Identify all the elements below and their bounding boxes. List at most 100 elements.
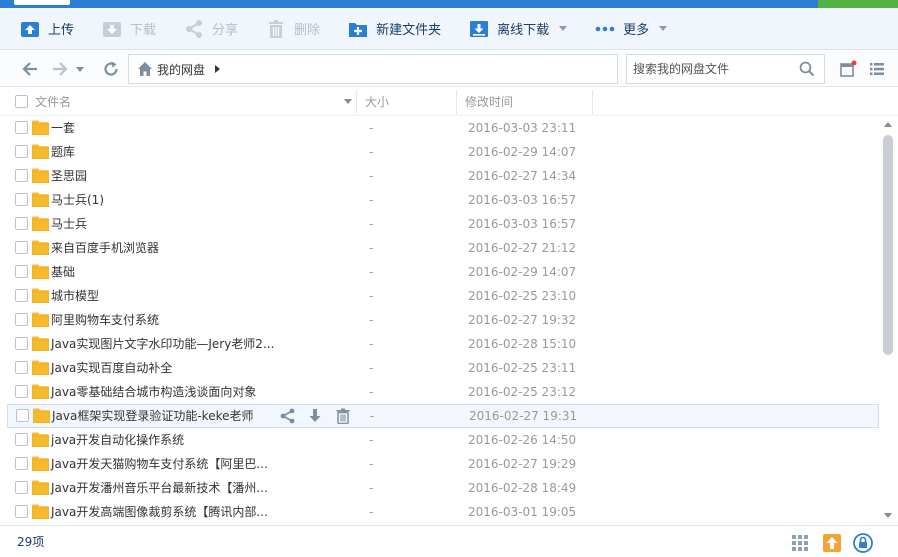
history-dropdown-icon[interactable] <box>74 59 86 79</box>
more-button[interactable]: 更多 <box>593 14 675 44</box>
row-checkbox[interactable] <box>15 289 28 302</box>
folder-icon <box>31 504 50 520</box>
view-list-icon[interactable] <box>867 59 887 79</box>
file-row[interactable]: 圣思园 - 2016-02-27 14:34 <box>0 164 880 188</box>
address-bar[interactable]: 我的网盘 <box>128 54 618 84</box>
row-checkbox[interactable] <box>15 457 28 470</box>
scroll-up-arrow-icon[interactable] <box>884 122 892 127</box>
file-row[interactable]: Java框架实现登录验证功能-keke老师 - 2016-02-27 19:31 <box>7 404 879 428</box>
row-checkbox[interactable] <box>15 217 28 230</box>
account-badge[interactable] <box>818 0 898 8</box>
navigation-bar: 我的网盘 <box>0 51 898 87</box>
breadcrumb-arrow-icon[interactable] <box>215 65 221 73</box>
download-label: 下载 <box>130 23 157 38</box>
offline-download-button[interactable]: 离线下载 <box>467 14 575 44</box>
download-button[interactable]: 下载 <box>100 14 164 44</box>
refresh-icon[interactable] <box>101 59 121 79</box>
folder-icon <box>31 360 50 376</box>
row-checkbox[interactable] <box>15 361 28 374</box>
file-name[interactable]: Java零基础结合城市构造浅谈面向对象 <box>51 380 256 404</box>
row-checkbox[interactable] <box>15 313 28 326</box>
file-row[interactable]: 马士兵 - 2016-03-03 16:57 <box>0 212 880 236</box>
row-checkbox[interactable] <box>15 385 28 398</box>
file-list-header: 文件名 大小 修改时间 <box>0 88 898 116</box>
file-name[interactable]: Java实现图片文字水印功能—Jery老师2... <box>51 332 274 356</box>
file-row[interactable]: 马士兵(1) - 2016-03-03 16:57 <box>0 188 880 212</box>
download-icon[interactable] <box>307 408 323 424</box>
column-header-size[interactable]: 大小 <box>365 88 389 116</box>
file-name[interactable]: 马士兵 <box>51 212 87 236</box>
share-icon[interactable] <box>279 408 295 424</box>
column-header-modified[interactable]: 修改时间 <box>465 88 513 116</box>
search-icon[interactable] <box>799 61 815 77</box>
file-row[interactable]: 题库 - 2016-02-29 14:07 <box>0 140 880 164</box>
file-name[interactable]: Java开发高端图像裁剪系统【腾讯内部... <box>51 500 268 524</box>
row-checkbox[interactable] <box>15 433 28 446</box>
file-modified-time: 2016-03-03 16:57 <box>468 217 577 231</box>
file-name[interactable]: Java框架实现登录验证功能-keke老师 <box>52 405 254 427</box>
file-row[interactable]: 来自百度手机浏览器 - 2016-02-27 21:12 <box>0 236 880 260</box>
row-checkbox[interactable] <box>15 193 28 206</box>
breadcrumb-root[interactable]: 我的网盘 <box>157 61 205 78</box>
search-input[interactable] <box>627 55 787 83</box>
upload-button[interactable]: 上传 <box>18 14 82 44</box>
chevron-down-icon[interactable] <box>659 26 668 31</box>
file-name[interactable]: 阿里购物车支付系统 <box>51 308 159 332</box>
forward-arrow-icon[interactable] <box>50 59 70 79</box>
column-divider[interactable] <box>456 90 457 114</box>
row-checkbox[interactable] <box>15 145 28 158</box>
file-name[interactable]: 一套 <box>51 116 75 140</box>
file-name[interactable]: 马士兵(1) <box>51 188 104 212</box>
file-row[interactable]: 城市模型 - 2016-02-25 23:10 <box>0 284 880 308</box>
file-row[interactable]: Java开发高端图像裁剪系统【腾讯内部... - 2016-03-01 19:05 <box>0 500 880 524</box>
chevron-down-icon[interactable] <box>559 26 568 31</box>
row-checkbox[interactable] <box>15 337 28 350</box>
upload-queue-icon[interactable] <box>822 533 842 553</box>
file-name[interactable]: Java实现百度自动补全 <box>51 356 172 380</box>
file-name[interactable]: Java开发潘州音乐平台最新技术【潘州... <box>51 476 268 500</box>
file-name[interactable]: 城市模型 <box>51 284 99 308</box>
row-checkbox[interactable] <box>16 409 29 422</box>
share-button[interactable]: 分享 <box>182 14 246 44</box>
scroll-down-arrow-icon[interactable] <box>884 513 892 518</box>
column-header-name[interactable]: 文件名 <box>35 88 71 116</box>
row-checkbox[interactable] <box>15 169 28 182</box>
scrollbar[interactable] <box>880 118 896 522</box>
file-row[interactable]: 阿里购物车支付系统 - 2016-02-27 19:32 <box>0 308 880 332</box>
file-row[interactable]: java开发自动化操作系统 - 2016-02-26 14:50 <box>0 428 880 452</box>
file-name[interactable]: 来自百度手机浏览器 <box>51 236 159 260</box>
file-name[interactable]: Java开发天猫购物车支付系统【阿里巴... <box>51 452 268 476</box>
row-checkbox[interactable] <box>15 265 28 278</box>
upload-label: 上传 <box>48 23 75 38</box>
select-all-checkbox[interactable] <box>15 95 28 108</box>
file-row[interactable]: Java零基础结合城市构造浅谈面向对象 - 2016-02-25 23:12 <box>0 380 880 404</box>
sort-caret-icon[interactable] <box>344 99 352 104</box>
new-folder-button[interactable]: 新建文件夹 <box>346 14 449 44</box>
home-icon[interactable] <box>137 61 153 77</box>
file-name[interactable]: 基础 <box>51 260 75 284</box>
scrollbar-thumb[interactable] <box>883 135 893 355</box>
file-row[interactable]: Java开发天猫购物车支付系统【阿里巴... - 2016-02-27 19:29 <box>0 452 880 476</box>
file-name[interactable]: 题库 <box>51 140 75 164</box>
file-name[interactable]: 圣思园 <box>51 164 87 188</box>
file-name[interactable]: java开发自动化操作系统 <box>51 428 184 452</box>
column-divider[interactable] <box>356 90 357 114</box>
row-checkbox[interactable] <box>15 241 28 254</box>
column-divider[interactable] <box>592 90 593 114</box>
trash-icon[interactable] <box>335 408 351 424</box>
grid-apps-icon[interactable] <box>790 533 810 553</box>
file-modified-time: 2016-02-28 15:10 <box>468 337 577 351</box>
row-checkbox[interactable] <box>15 121 28 134</box>
file-row[interactable]: Java开发潘州音乐平台最新技术【潘州... - 2016-02-28 18:49 <box>0 476 880 500</box>
file-row[interactable]: Java实现百度自动补全 - 2016-02-25 23:11 <box>0 356 880 380</box>
trash-icon <box>266 19 286 39</box>
lock-icon[interactable] <box>853 533 873 553</box>
delete-button[interactable]: 删除 <box>264 14 328 44</box>
row-checkbox[interactable] <box>15 505 28 518</box>
file-row[interactable]: 基础 - 2016-02-29 14:07 <box>0 260 880 284</box>
view-thumbnail-icon[interactable] <box>838 59 858 79</box>
row-checkbox[interactable] <box>15 481 28 494</box>
back-arrow-icon[interactable] <box>20 59 40 79</box>
file-row[interactable]: 一套 - 2016-03-03 23:11 <box>0 116 880 140</box>
file-row[interactable]: Java实现图片文字水印功能—Jery老师2... - 2016-02-28 15:… <box>0 332 880 356</box>
